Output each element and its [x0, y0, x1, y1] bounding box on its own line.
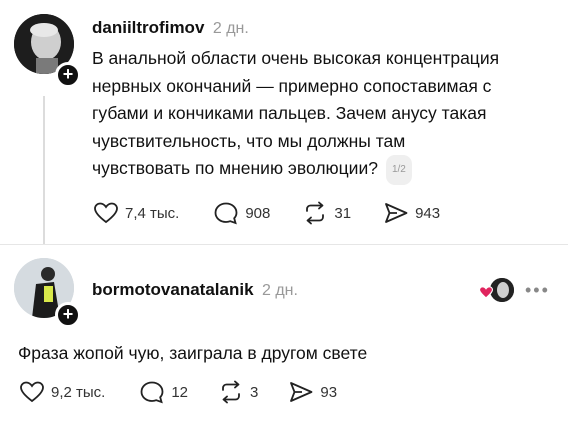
post-divider [0, 244, 568, 245]
post2-actions: 9,2 тыс. 12 3 93 [19, 380, 337, 404]
follow-plus-icon[interactable]: + [55, 62, 81, 88]
thread-line [43, 96, 45, 244]
liked-by-author-avatar [490, 278, 514, 302]
comment-icon [140, 381, 164, 404]
post2-repost-count: 3 [250, 383, 259, 401]
post1-repost-count: 31 [334, 204, 352, 222]
post2-comment-button[interactable]: 12 [139, 380, 188, 404]
post1-comment-count: 908 [245, 204, 271, 222]
comment-icon [214, 202, 238, 225]
post1-pager[interactable]: 1/2 [385, 155, 412, 185]
post1-actions: 7,4 тыс. 908 31 943 [93, 201, 440, 225]
share-icon [385, 203, 408, 223]
repost-icon [222, 380, 240, 404]
post2-time: 2 дн. [262, 282, 298, 299]
post1-text-line-last: чувствовать по мнению эволюции? 1/2 [92, 155, 562, 185]
post1-text-line: чувствительность, что мы должны там [92, 130, 406, 151]
post1-text-line: В анальной области очень высокая концент… [92, 48, 500, 68]
post1-repost-button[interactable]: 31 [302, 201, 351, 225]
post2-comment-count: 12 [171, 383, 189, 401]
follow-plus-icon[interactable]: + [55, 302, 81, 328]
post2-repost-button[interactable]: 3 [218, 380, 258, 404]
post1-like-button[interactable]: 7,4 тыс. [93, 201, 179, 225]
post2-share-button[interactable]: 93 [288, 380, 337, 404]
heart-icon [94, 202, 118, 224]
post2-text: Фраза жопой чую, заиграла в другом свете [18, 343, 368, 363]
more-icon[interactable]: ••• [525, 280, 550, 301]
liked-heart-icon [478, 286, 494, 304]
post2-header: bormotovanatalanik 2 дн. [92, 280, 298, 300]
heart-icon [20, 381, 44, 403]
post2-username[interactable]: bormotovanatalanik [92, 280, 254, 299]
post1-username[interactable]: daniiltrofimov [92, 18, 204, 37]
post1-like-count: 7,4 тыс. [125, 204, 180, 222]
post1-header: daniiltrofimov 2 дн. [92, 18, 249, 38]
post1-comment-button[interactable]: 908 [213, 201, 270, 225]
post1-text: В анальной области очень высокая концент… [92, 45, 562, 185]
post2-like-count: 9,2 тыс. [51, 383, 106, 401]
post2-share-count: 93 [320, 383, 338, 401]
repost-icon [306, 201, 325, 225]
post2-like-button[interactable]: 9,2 тыс. [19, 380, 105, 404]
post1-share-count: 943 [415, 204, 441, 222]
post1-share-button[interactable]: 943 [383, 201, 440, 225]
share-icon [290, 382, 313, 402]
post1-text-line: губами и кончиками пальцев. Зачем анусу … [92, 103, 487, 123]
post1-time: 2 дн. [212, 20, 249, 37]
post1-text-line: нервных окончаний — примерно сопоставима… [92, 75, 492, 96]
